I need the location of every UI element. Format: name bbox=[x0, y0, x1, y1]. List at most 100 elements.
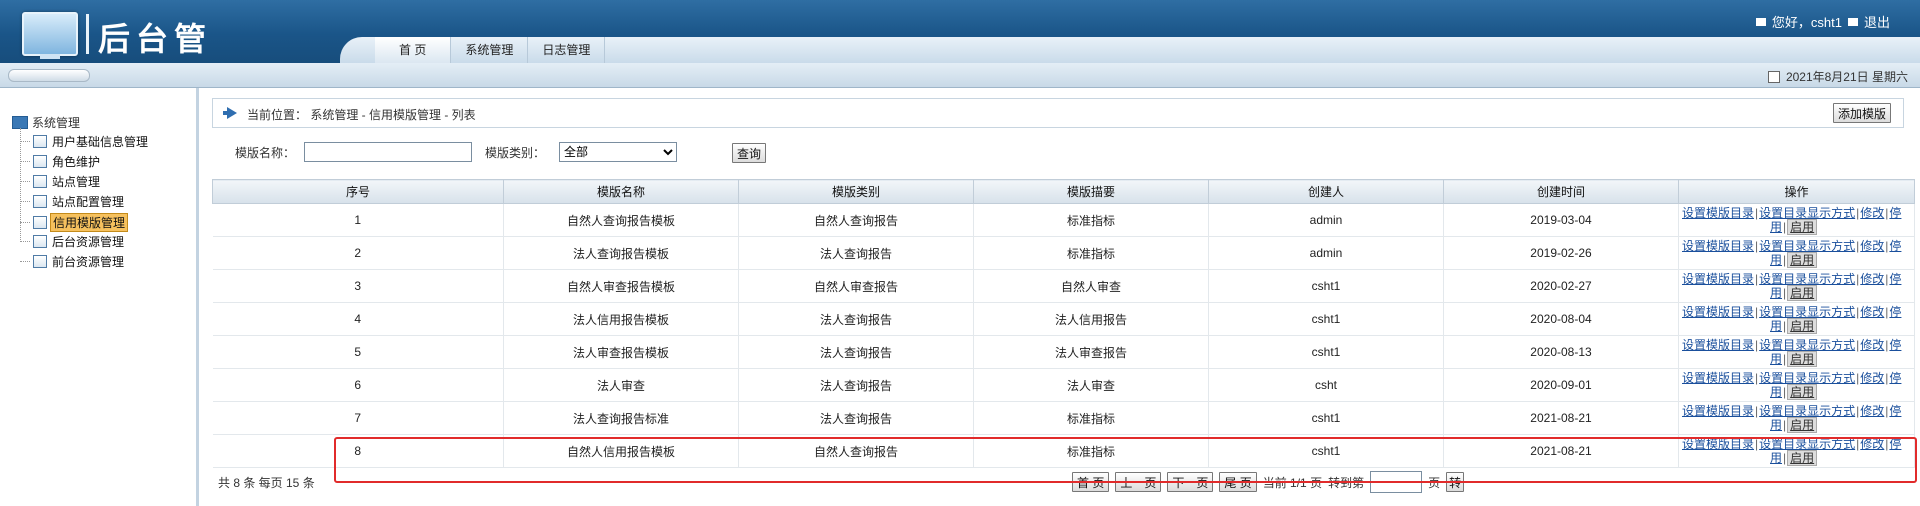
sidebar-item-site-config[interactable]: 站点配置管理 bbox=[20, 193, 126, 210]
enable-button[interactable]: 启用 bbox=[1787, 384, 1818, 400]
template-type-select[interactable]: 全部 bbox=[559, 142, 677, 162]
cell-name: 自然人查询报告模板 bbox=[503, 203, 739, 237]
disable-link-b[interactable]: 用 bbox=[1770, 352, 1782, 366]
arrow-right-icon bbox=[223, 107, 237, 119]
cell-ops: 设置模版目录|设置目录显示方式|修改|停 用| 启用 bbox=[1678, 434, 1915, 468]
sidebar-item-backend-resource[interactable]: 后台资源管理 bbox=[20, 233, 126, 250]
current-page-text: 当前 1/1 页 bbox=[1262, 475, 1323, 490]
page-number-input[interactable] bbox=[1370, 471, 1423, 493]
set-dir-display-link[interactable]: 设置目录显示方式 bbox=[1759, 338, 1855, 352]
cell-summary: 法人信用报告 bbox=[973, 302, 1209, 336]
disable-link-a[interactable]: 停 bbox=[1889, 404, 1901, 418]
edit-link[interactable]: 修改 bbox=[1860, 206, 1884, 220]
logout-link[interactable]: 退出 bbox=[1864, 12, 1890, 31]
disable-link-a[interactable]: 停 bbox=[1889, 272, 1901, 286]
set-dir-display-link[interactable]: 设置目录显示方式 bbox=[1759, 206, 1855, 220]
disable-link-a[interactable]: 停 bbox=[1889, 239, 1901, 253]
disable-link-a[interactable]: 停 bbox=[1889, 371, 1901, 385]
tab-system-management[interactable]: 系统管理 bbox=[451, 37, 529, 63]
disable-link-b[interactable]: 用 bbox=[1770, 451, 1782, 465]
add-template-button[interactable]: 添加模版 bbox=[1832, 103, 1891, 123]
cell-category: 自然人审查报告 bbox=[738, 269, 974, 303]
set-dir-display-link[interactable]: 设置目录显示方式 bbox=[1759, 239, 1855, 253]
sidebar-item-label: 角色维护 bbox=[52, 155, 101, 169]
set-template-dir-link[interactable]: 设置模版目录 bbox=[1682, 272, 1754, 286]
last-page-button[interactable]: 尾 页 bbox=[1219, 472, 1257, 492]
document-icon bbox=[33, 155, 47, 168]
disable-link-b[interactable]: 用 bbox=[1770, 418, 1782, 432]
set-template-dir-link[interactable]: 设置模版目录 bbox=[1682, 371, 1754, 385]
set-template-dir-link[interactable]: 设置模版目录 bbox=[1682, 206, 1754, 220]
cell-ops: 设置模版目录|设置目录显示方式|修改|停 用| 启用 bbox=[1678, 236, 1915, 270]
table-row: 2 法人查询报告模板 法人查询报告 标准指标 admin 2019-02-26 … bbox=[212, 236, 1915, 270]
cell-ops: 设置模版目录|设置目录显示方式|修改|停 用| 启用 bbox=[1678, 335, 1915, 369]
enable-button[interactable]: 启用 bbox=[1787, 219, 1818, 235]
set-template-dir-link[interactable]: 设置模版目录 bbox=[1682, 305, 1754, 319]
cell-no: 5 bbox=[212, 335, 504, 369]
disable-link-a[interactable]: 停 bbox=[1889, 206, 1901, 220]
edit-link[interactable]: 修改 bbox=[1860, 437, 1884, 451]
cell-category: 法人查询报告 bbox=[738, 401, 974, 435]
go-page-button[interactable]: 转 bbox=[1446, 472, 1465, 492]
tree-connector bbox=[20, 161, 30, 162]
enable-button[interactable]: 启用 bbox=[1787, 285, 1818, 301]
template-name-input[interactable] bbox=[304, 142, 472, 162]
disable-link-a[interactable]: 停 bbox=[1889, 437, 1901, 451]
set-template-dir-link[interactable]: 设置模版目录 bbox=[1682, 239, 1754, 253]
goto-label: 转到第 bbox=[1328, 475, 1365, 490]
enable-button[interactable]: 启用 bbox=[1787, 450, 1818, 466]
sidebar-item-frontend-resource[interactable]: 前台资源管理 bbox=[20, 253, 126, 270]
set-dir-display-link[interactable]: 设置目录显示方式 bbox=[1759, 437, 1855, 451]
disable-link-b[interactable]: 用 bbox=[1770, 220, 1782, 234]
col-header-category: 模版类别 bbox=[738, 179, 974, 204]
sidebar-item-label: 站点配置管理 bbox=[52, 195, 125, 209]
next-page-button[interactable]: 下一页 bbox=[1167, 472, 1214, 492]
sidebar-item-label: 信用模版管理 bbox=[50, 213, 129, 232]
edit-link[interactable]: 修改 bbox=[1860, 338, 1884, 352]
set-template-dir-link[interactable]: 设置模版目录 bbox=[1682, 437, 1754, 451]
edit-link[interactable]: 修改 bbox=[1860, 305, 1884, 319]
tab-home[interactable]: 首 页 bbox=[375, 37, 452, 63]
cell-creator: csht1 bbox=[1208, 302, 1444, 336]
enable-button[interactable]: 启用 bbox=[1787, 351, 1818, 367]
sidebar-item-user-info[interactable]: 用户基础信息管理 bbox=[20, 133, 150, 150]
set-template-dir-link[interactable]: 设置模版目录 bbox=[1682, 404, 1754, 418]
disable-link-a[interactable]: 停 bbox=[1889, 338, 1901, 352]
enable-button[interactable]: 启用 bbox=[1787, 318, 1818, 334]
cell-created: 2021-08-21 bbox=[1443, 401, 1679, 435]
sidebar-item-role[interactable]: 角色维护 bbox=[20, 153, 102, 170]
sidebar-item-site[interactable]: 站点管理 bbox=[20, 173, 102, 190]
cell-category: 法人查询报告 bbox=[738, 335, 974, 369]
breadcrumb: 当前位置： 系统管理 - 信用模版管理 - 列表 添加模版 bbox=[212, 98, 1904, 128]
cell-summary: 法人审查 bbox=[973, 368, 1209, 402]
enable-button[interactable]: 启用 bbox=[1787, 417, 1818, 433]
prev-page-button[interactable]: 上一页 bbox=[1115, 472, 1162, 492]
tree-connector bbox=[20, 141, 30, 142]
disable-link-a[interactable]: 停 bbox=[1889, 305, 1901, 319]
query-button[interactable]: 查询 bbox=[732, 143, 767, 163]
sidebar-item-credit-template[interactable]: 信用模版管理 bbox=[20, 213, 129, 232]
edit-link[interactable]: 修改 bbox=[1860, 272, 1884, 286]
template-type-label: 模版类别： bbox=[485, 146, 546, 160]
set-dir-display-link[interactable]: 设置目录显示方式 bbox=[1759, 371, 1855, 385]
set-dir-display-link[interactable]: 设置目录显示方式 bbox=[1759, 272, 1855, 286]
enable-button[interactable]: 启用 bbox=[1787, 252, 1818, 268]
cell-created: 2020-08-13 bbox=[1443, 335, 1679, 369]
disable-link-b[interactable]: 用 bbox=[1770, 253, 1782, 267]
disable-link-b[interactable]: 用 bbox=[1770, 319, 1782, 333]
set-dir-display-link[interactable]: 设置目录显示方式 bbox=[1759, 404, 1855, 418]
edit-link[interactable]: 修改 bbox=[1860, 404, 1884, 418]
edit-link[interactable]: 修改 bbox=[1860, 239, 1884, 253]
disable-link-b[interactable]: 用 bbox=[1770, 286, 1782, 300]
tree-connector bbox=[20, 181, 30, 182]
set-template-dir-link[interactable]: 设置模版目录 bbox=[1682, 338, 1754, 352]
set-dir-display-link[interactable]: 设置目录显示方式 bbox=[1759, 305, 1855, 319]
sidebar-item-label: 后台资源管理 bbox=[52, 235, 125, 249]
sidebar-collapse-toggle[interactable] bbox=[8, 69, 90, 82]
tree-root-system-management[interactable]: 系统管理 bbox=[12, 114, 80, 131]
edit-link[interactable]: 修改 bbox=[1860, 371, 1884, 385]
cell-created: 2020-02-27 bbox=[1443, 269, 1679, 303]
first-page-button[interactable]: 首 页 bbox=[1072, 472, 1110, 492]
tab-log-management[interactable]: 日志管理 bbox=[528, 37, 606, 63]
disable-link-b[interactable]: 用 bbox=[1770, 385, 1782, 399]
